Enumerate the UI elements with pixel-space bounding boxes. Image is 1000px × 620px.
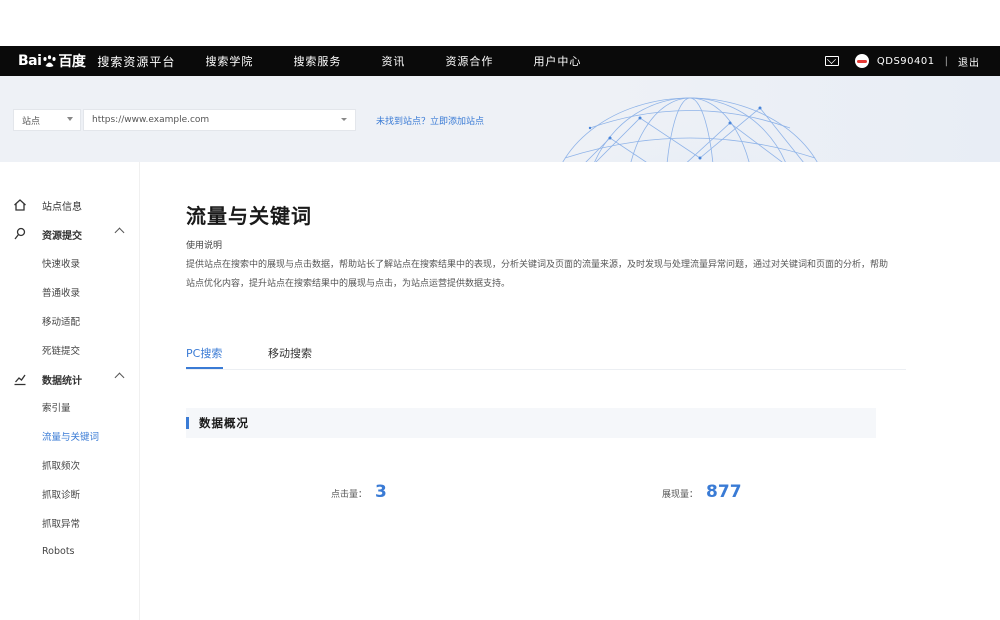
sidebar-item-label: 站点信息	[42, 201, 82, 213]
metric-colon: ：	[689, 490, 699, 500]
nav-item-user-center[interactable]: 用户中心	[533, 53, 581, 69]
paw-icon	[42, 54, 57, 68]
overview-section-header: 数据概况	[186, 408, 876, 438]
sidebar-item-label: 快速收录	[42, 259, 81, 270]
sidebar-item-label: 普通收录	[42, 288, 81, 299]
sidebar-item-data-stats[interactable]: 数据统计	[0, 369, 140, 389]
sidebar: 站点信息 资源提交 快速收录 普通收录 移动适配 死链提交 数据统计 索引量 流…	[0, 162, 140, 620]
chevron-up-icon[interactable]	[114, 227, 125, 238]
add-site-link[interactable]: 未找到站点？立即添加站点	[376, 114, 484, 127]
user-area: QDS90401 | 退出	[824, 54, 980, 69]
site-type-value: 站点	[22, 116, 41, 127]
sidebar-item-crawl-frequency[interactable]: 抓取频次	[0, 455, 140, 475]
mail-icon[interactable]	[824, 56, 839, 66]
sidebar-item-label: 抓取频次	[42, 461, 81, 472]
sidebar-item-resource-submit[interactable]: 资源提交	[0, 224, 140, 244]
nav-item-services[interactable]: 搜索服务	[293, 53, 341, 69]
sidebar-item-site-info[interactable]: 站点信息	[0, 195, 140, 215]
sidebar-item-normal-index[interactable]: 普通收录	[0, 282, 140, 302]
sidebar-item-label: 抓取异常	[42, 519, 81, 530]
metric-label: 展现量	[662, 490, 690, 500]
active-tab-indicator	[186, 367, 223, 369]
logo-text-right: 百度	[58, 54, 86, 70]
metric-impressions: 展现量 ： 877	[662, 482, 742, 502]
logout-link[interactable]: 退出	[958, 54, 980, 69]
sidebar-item-traffic-keywords[interactable]: 流量与关键词	[0, 426, 140, 446]
section-title: 数据概况	[199, 416, 249, 430]
description-text: 提供站点在搜索中的展现与点击数据，帮助站长了解站点在搜索结果中的表现，分析关键词…	[186, 260, 889, 289]
sidebar-item-dead-link[interactable]: 死链提交	[0, 340, 140, 360]
search-type-tabs: PC搜索 移动搜索	[186, 338, 906, 370]
section-marker	[186, 417, 189, 429]
sidebar-item-label: 死链提交	[42, 346, 81, 357]
metric-value: 3	[375, 482, 387, 502]
metric-label: 点击量	[331, 490, 359, 500]
site-url-value: https://www.example.com	[92, 115, 210, 125]
sidebar-item-label: 抓取诊断	[42, 490, 81, 501]
globe-decoration-icon	[562, 97, 818, 162]
site-url-select[interactable]: https://www.example.com	[83, 109, 356, 131]
avatar[interactable]	[854, 54, 869, 68]
nav-item-news[interactable]: 资讯	[381, 53, 405, 69]
logo-text-left: Bai	[18, 53, 42, 69]
pin-icon	[14, 227, 26, 240]
metric-colon: ：	[358, 490, 368, 500]
nav-item-cooperation[interactable]: 资源合作	[445, 53, 493, 69]
top-nav-bar: Bai 百度 搜索资源平台 搜索学院 搜索服务 资讯 资源合作 用户中心 QDS…	[0, 46, 1000, 76]
sidebar-item-fast-index[interactable]: 快速收录	[0, 253, 140, 273]
sidebar-item-label: 索引量	[42, 403, 71, 414]
sidebar-item-label: 资源提交	[42, 230, 82, 242]
tab-pc-search[interactable]: PC搜索	[186, 345, 222, 361]
chevron-down-icon	[341, 118, 347, 121]
sidebar-item-crawl-errors[interactable]: 抓取异常	[0, 513, 140, 533]
baidu-logo[interactable]: Bai 百度	[18, 51, 86, 71]
chart-icon	[14, 374, 26, 386]
home-icon	[14, 199, 26, 211]
chevron-down-icon	[67, 117, 73, 121]
metric-clicks: 点击量 ： 3	[331, 482, 387, 502]
description-heading: 使用说明	[186, 241, 223, 251]
metric-value: 877	[706, 482, 742, 502]
chevron-up-icon[interactable]	[114, 372, 125, 383]
sidebar-item-index-volume[interactable]: 索引量	[0, 397, 140, 417]
page-title: 流量与关键词	[186, 204, 312, 228]
sidebar-item-crawl-diagnosis[interactable]: 抓取诊断	[0, 484, 140, 504]
page-frame: Bai 百度 搜索资源平台 搜索学院 搜索服务 资讯 资源合作 用户中心 QDS…	[0, 0, 1000, 620]
nav-item-academy[interactable]: 搜索学院	[205, 53, 253, 69]
sidebar-item-label: 流量与关键词	[42, 432, 100, 443]
sidebar-item-mobile-adapt[interactable]: 移动适配	[0, 311, 140, 331]
site-type-select[interactable]: 站点	[13, 109, 81, 131]
nav-divider: |	[944, 55, 948, 67]
sidebar-item-label: 数据统计	[42, 375, 82, 387]
sidebar-item-label: 移动适配	[42, 317, 81, 328]
username[interactable]: QDS90401	[877, 56, 935, 67]
main-nav: 搜索学院 搜索服务 资讯 资源合作 用户中心	[205, 53, 621, 69]
platform-name[interactable]: 搜索资源平台	[97, 53, 175, 70]
sidebar-item-label: Robots	[42, 545, 75, 557]
site-banner: 站点 https://www.example.com 未找到站点？立即添加站点	[0, 76, 1000, 162]
tab-mobile-search[interactable]: 移动搜索	[268, 345, 312, 361]
sidebar-item-robots[interactable]: Robots	[0, 541, 140, 561]
